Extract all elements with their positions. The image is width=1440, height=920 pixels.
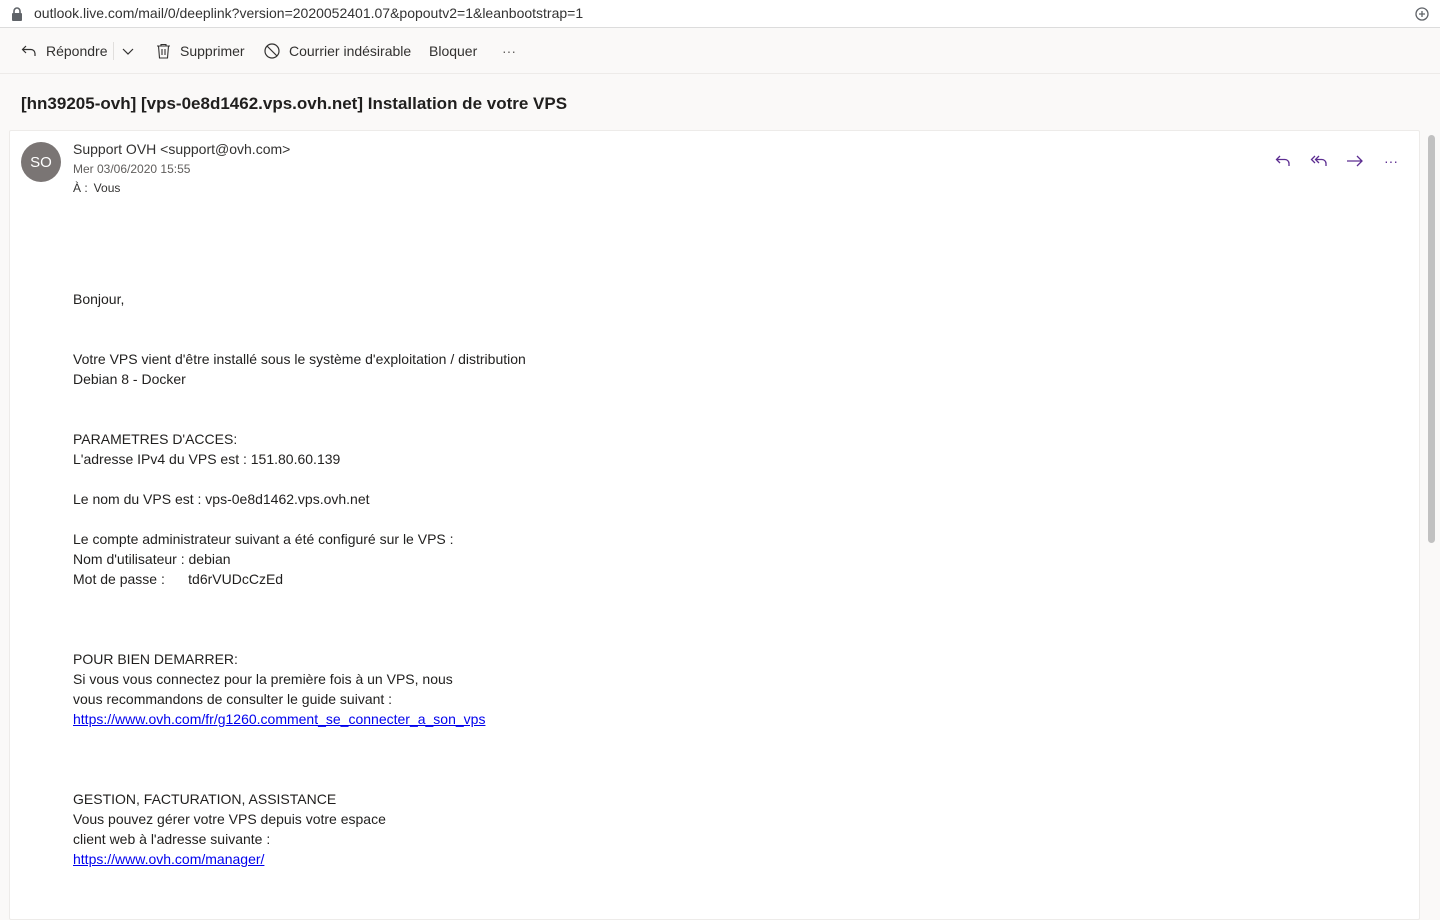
reply-options-button[interactable] bbox=[121, 28, 135, 74]
body-start-line: Si vous vous connectez pour la première … bbox=[73, 671, 453, 687]
lock-icon bbox=[12, 7, 22, 21]
body-access-heading: PARAMETRES D'ACCES: bbox=[73, 431, 238, 447]
body-ipv4-line: L'adresse IPv4 du VPS est : 151.80.60.13… bbox=[73, 451, 341, 467]
body-admin-line: Le compte administrateur suivant a été c… bbox=[73, 531, 454, 547]
more-actions-button[interactable]: ··· bbox=[502, 28, 516, 74]
body-start-line: vous recommandons de consulter le guide … bbox=[73, 691, 393, 707]
forward-button[interactable] bbox=[1344, 150, 1366, 172]
body-password-line: Mot de passe : td6rVUDcCzEd bbox=[73, 571, 284, 587]
reply-label: Répondre bbox=[46, 43, 108, 59]
block-circle-icon bbox=[264, 43, 280, 59]
message-subject: [hn39205-ovh] [vps-0e8d1462.vps.ovh.net]… bbox=[21, 94, 568, 113]
reply-all-icon bbox=[1310, 155, 1327, 166]
recipient-line: À : Vous bbox=[73, 181, 120, 195]
more-icon: ··· bbox=[502, 43, 516, 59]
body-install-distribution: Debian 8 - Docker bbox=[73, 371, 186, 387]
body-start-heading: POUR BIEN DEMARRER: bbox=[73, 651, 238, 667]
to-label: À : bbox=[73, 181, 88, 195]
chevron-down-icon bbox=[122, 48, 134, 55]
message-date: Mer 03/06/2020 15:55 bbox=[73, 162, 191, 176]
junk-label: Courrier indésirable bbox=[289, 43, 412, 59]
recipient-name[interactable]: Vous bbox=[94, 181, 121, 195]
block-button[interactable]: Bloquer bbox=[429, 28, 477, 74]
reply-all-button[interactable] bbox=[1308, 150, 1330, 172]
block-label: Bloquer bbox=[429, 43, 478, 59]
body-install-line: Votre VPS vient d'être installé sous le … bbox=[73, 351, 526, 367]
forward-arrow-icon bbox=[1347, 155, 1363, 167]
delete-button[interactable]: Supprimer bbox=[156, 28, 245, 74]
avatar[interactable]: SO bbox=[21, 142, 61, 182]
add-circle-icon[interactable] bbox=[1415, 7, 1429, 21]
guide-link[interactable]: https://www.ovh.com/fr/g1260.comment_se_… bbox=[73, 711, 485, 727]
reply-message-button[interactable] bbox=[1272, 150, 1294, 172]
more-icon: ··· bbox=[1384, 153, 1398, 169]
body-name-line: Le nom du VPS est : vps-0e8d1462.vps.ovh… bbox=[73, 491, 370, 507]
body-greeting: Bonjour, bbox=[73, 291, 125, 307]
body-manage-line: client web à l'adresse suivante : bbox=[73, 831, 271, 847]
reply-icon bbox=[1275, 155, 1290, 166]
command-bar: Répondre Supprimer Courrier indésirable … bbox=[0, 28, 1440, 74]
delete-label: Supprimer bbox=[180, 43, 245, 59]
sender-name[interactable]: Support OVH <support@ovh.com> bbox=[73, 141, 290, 157]
address-url[interactable]: outlook.live.com/mail/0/deeplink?version… bbox=[34, 5, 583, 21]
body-user-line: Nom d'utilisateur : debian bbox=[73, 551, 231, 567]
scrollbar-thumb[interactable] bbox=[1428, 135, 1435, 543]
body-manage-line: Vous pouvez gérer votre VPS depuis votre… bbox=[73, 811, 386, 827]
message-more-button[interactable]: ··· bbox=[1380, 150, 1402, 172]
trash-icon bbox=[157, 43, 170, 59]
body-manage-heading: GESTION, FACTURATION, ASSISTANCE bbox=[73, 791, 337, 807]
reply-icon bbox=[21, 45, 36, 56]
browser-address-bar[interactable]: outlook.live.com/mail/0/deeplink?version… bbox=[0, 0, 1440, 28]
message-body: Bonjour, Votre VPS vient d'être installé… bbox=[73, 289, 973, 869]
toolbar-divider bbox=[113, 42, 114, 60]
junk-button[interactable]: Courrier indésirable bbox=[264, 28, 411, 74]
reply-button[interactable]: Répondre bbox=[21, 28, 108, 74]
manager-link[interactable]: https://www.ovh.com/manager/ bbox=[73, 851, 264, 867]
